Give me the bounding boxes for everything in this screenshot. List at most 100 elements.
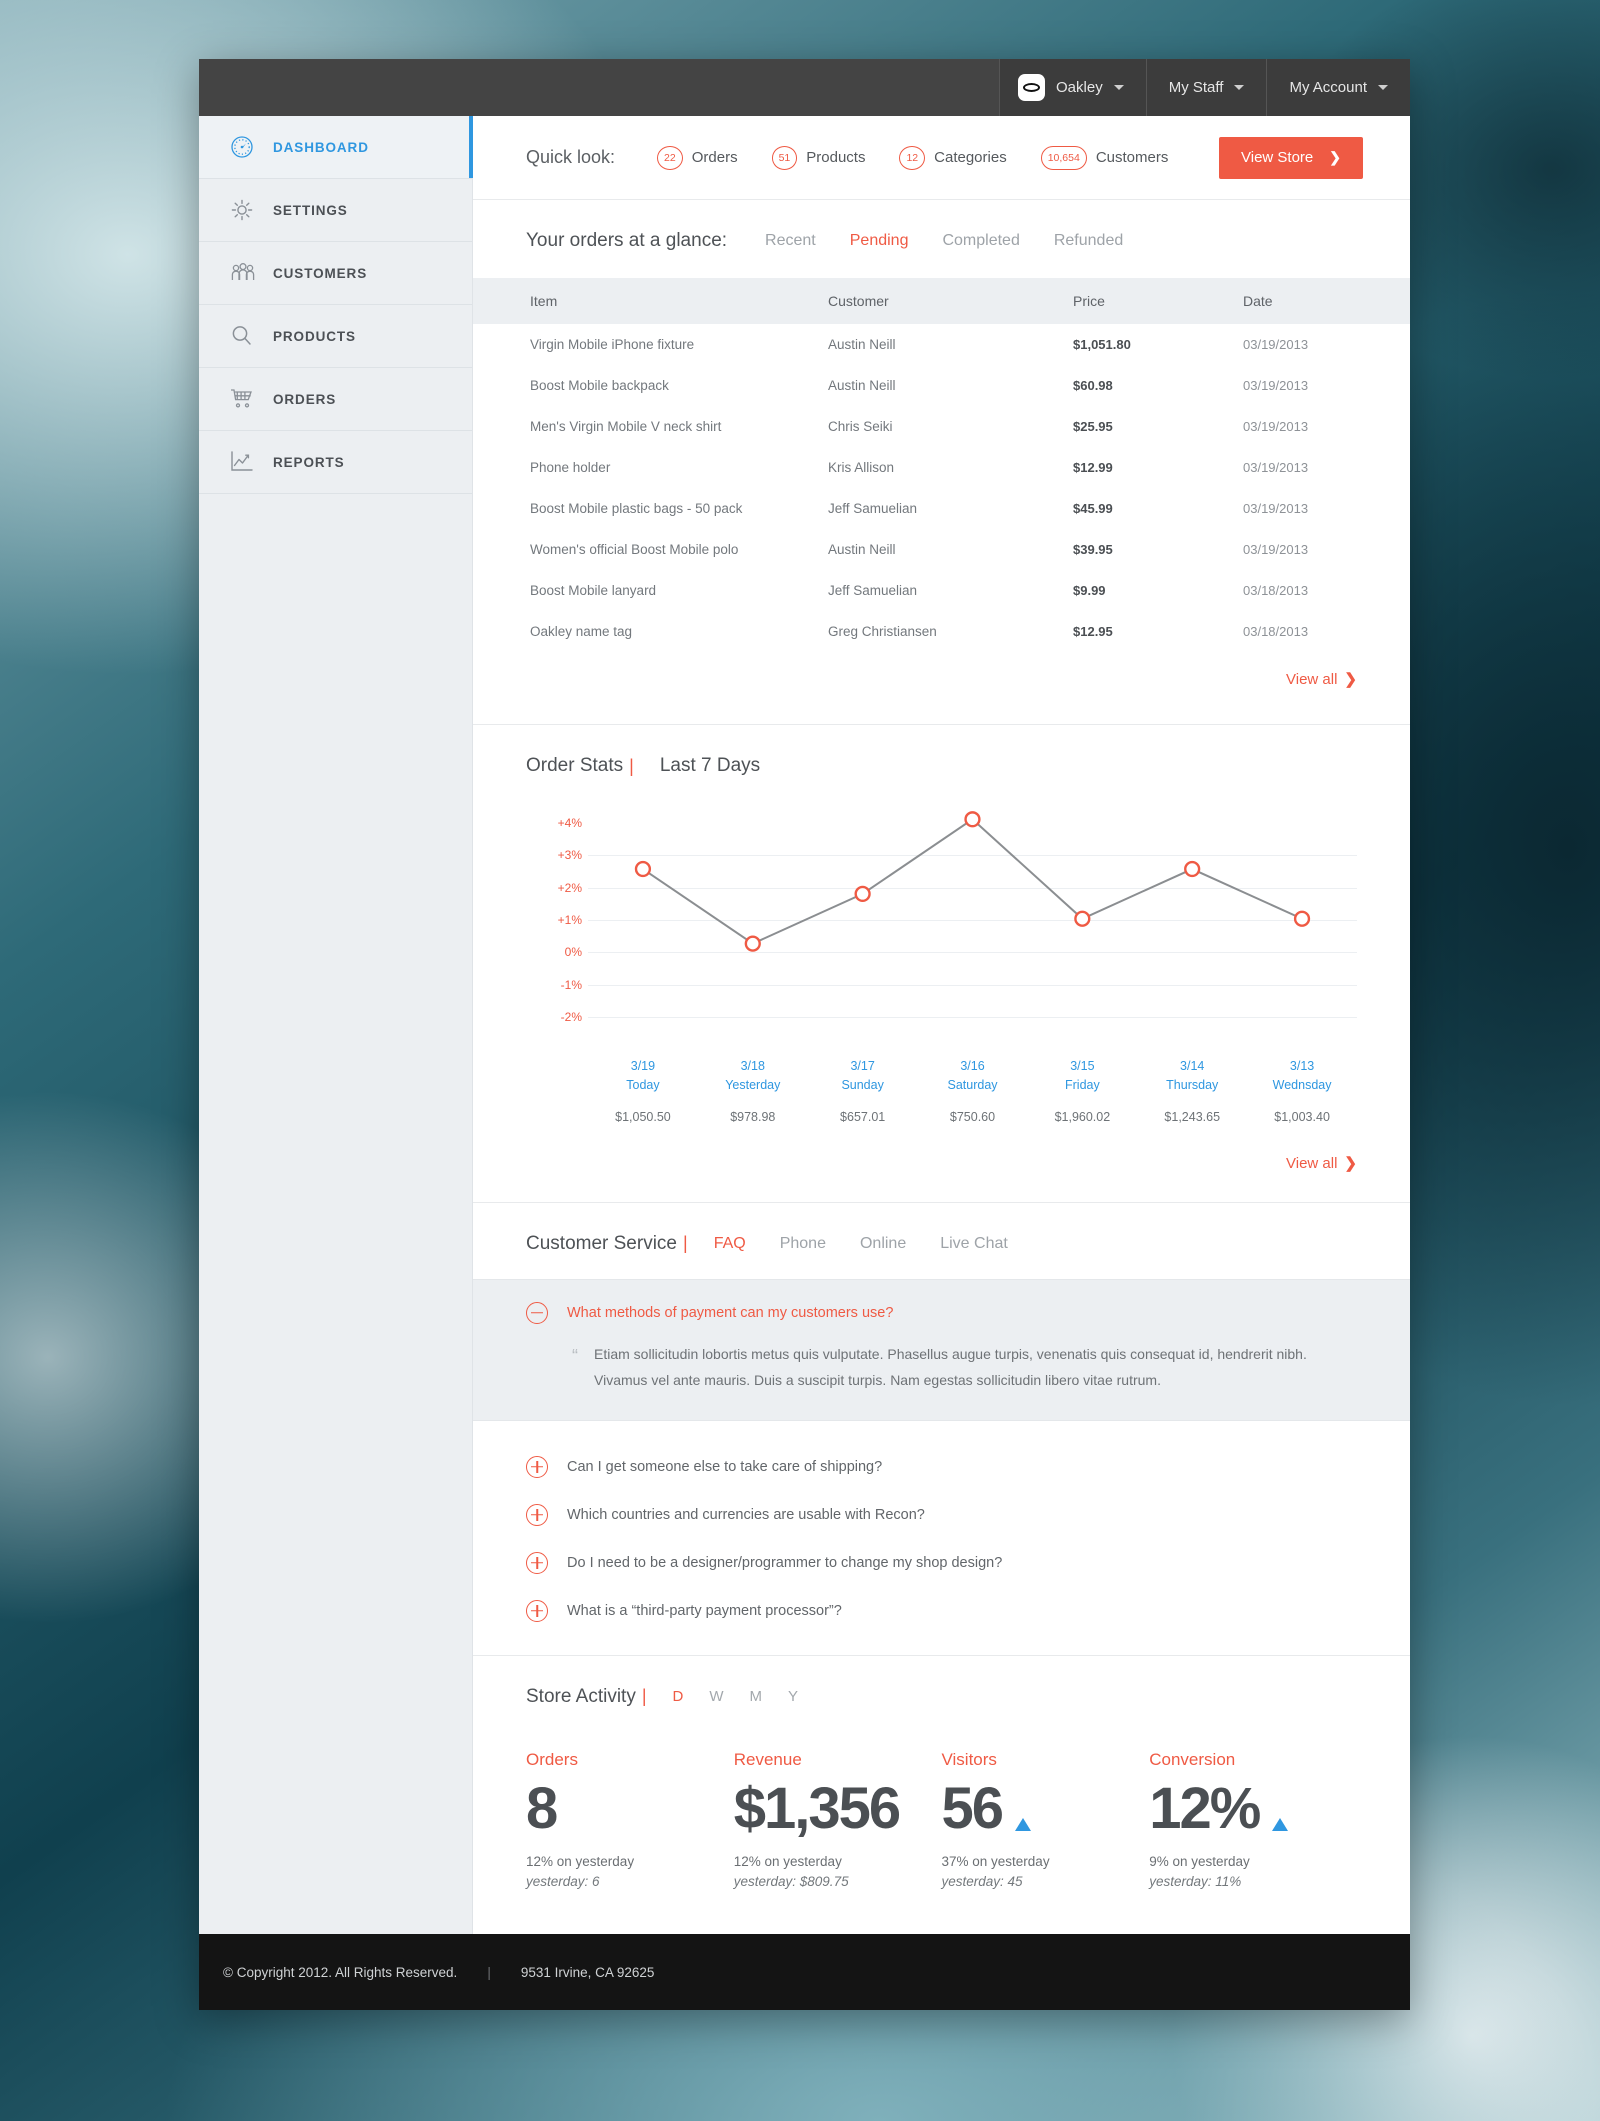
chart-data-point[interactable]: [966, 812, 980, 826]
brand-menu-oakley[interactable]: Oakley: [999, 59, 1146, 116]
sidebar-item-label: REPORTS: [273, 454, 345, 470]
cell-customer: Chris Seiki: [828, 419, 893, 434]
period-week[interactable]: W: [709, 1688, 723, 1705]
tab-recent[interactable]: Recent: [765, 232, 816, 250]
menu-my-account[interactable]: My Account: [1266, 59, 1410, 116]
period-month[interactable]: M: [750, 1688, 763, 1705]
sidebar-item-dashboard[interactable]: DASHBOARD: [199, 116, 473, 179]
quick-look-customers[interactable]: 10,654 Customers: [1040, 145, 1168, 170]
table-row[interactable]: Boost Mobile backpack Austin Neill $60.9…: [473, 365, 1410, 406]
x-tick: 3/15 Friday: [1027, 1057, 1137, 1096]
tab-pending[interactable]: Pending: [850, 232, 909, 250]
store-activity-section: Store Activity | D W M Y Orders 8 12% on…: [473, 1656, 1410, 1890]
stat-orders: Orders 8 12% on yesterday yesterday: 6: [526, 1750, 734, 1890]
stat-revenue: Revenue $1,356 12% on yesterday yesterda…: [734, 1750, 942, 1890]
menu-my-staff[interactable]: My Staff: [1145, 59, 1267, 116]
column-header-price: Price: [1073, 278, 1243, 324]
chart-data-point[interactable]: [856, 887, 870, 901]
faq-open-item: What methods of payment can my customers…: [473, 1278, 1410, 1421]
x-tick-date: 3/17: [850, 1059, 875, 1073]
tab-live-chat[interactable]: Live Chat: [940, 1235, 1008, 1253]
stat-label: Visitors: [941, 1749, 997, 1769]
cell-item: Boost Mobile plastic bags - 50 pack: [530, 501, 743, 516]
x-tick-date: 3/15: [1070, 1059, 1095, 1073]
tab-refunded[interactable]: Refunded: [1054, 232, 1123, 250]
stat-value: $1,356: [733, 1775, 901, 1841]
stat-change: 37% on yesterday: [941, 1854, 1050, 1870]
faq-item[interactable]: Which countries and currencies are usabl…: [526, 1491, 1357, 1539]
quick-look-orders-count: 22: [657, 145, 683, 170]
tab-phone[interactable]: Phone: [780, 1235, 826, 1253]
faq-item[interactable]: Do I need to be a designer/programmer to…: [526, 1539, 1357, 1587]
sidebar-item-products[interactable]: PRODUCTS: [199, 305, 472, 368]
quick-look-products[interactable]: 51 Products: [771, 145, 866, 170]
plus-circle-icon: [526, 1599, 548, 1622]
app-window: Oakley My Staff My Account DASHBOARD SET…: [199, 59, 1410, 2010]
quick-look-categories-count: 12: [899, 145, 926, 170]
period-day[interactable]: D: [673, 1688, 684, 1705]
menu-my-account-label: My Account: [1289, 79, 1367, 96]
chart-x-axis-labels: 3/19 Today 3/18 Yesterday 3/17 Sunday 3/…: [526, 1057, 1357, 1096]
plus-circle-icon: [526, 1551, 548, 1574]
sidebar-item-reports[interactable]: REPORTS: [199, 431, 472, 494]
quick-look-orders[interactable]: 22 Orders: [657, 145, 738, 170]
footer: © Copyright 2012. All Rights Reserved. |…: [199, 1934, 1410, 2010]
quick-look-categories[interactable]: 12 Categories: [899, 145, 1007, 170]
table-row[interactable]: Virgin Mobile iPhone fixture Austin Neil…: [473, 324, 1410, 365]
chart-data-point[interactable]: [636, 862, 650, 876]
order-stats-title: Order Stats: [526, 755, 624, 776]
sidebar-item-settings[interactable]: SETTINGS: [199, 179, 472, 242]
footer-separator: |: [487, 1964, 491, 1980]
table-row[interactable]: Oakley name tag Greg Christiansen $12.95…: [473, 611, 1410, 652]
period-year[interactable]: Y: [788, 1688, 798, 1705]
tab-online[interactable]: Online: [860, 1235, 906, 1253]
x-tick-day: Saturday: [947, 1078, 998, 1093]
orders-section-title: Your orders at a glance:: [526, 230, 728, 251]
dashboard-gauge-icon: [229, 134, 273, 160]
chart-gridline: [588, 1017, 1357, 1018]
x-tick: 3/18 Yesterday: [698, 1057, 808, 1096]
table-row[interactable]: Phone holder Kris Allison $12.99 03/19/2…: [473, 447, 1410, 488]
cell-date: 03/19/2013: [1243, 337, 1309, 352]
faq-question-expanded[interactable]: What methods of payment can my customers…: [526, 1301, 1357, 1324]
chevron-right-icon: ❯: [1344, 671, 1357, 688]
chart-data-point[interactable]: [1295, 912, 1309, 926]
table-row[interactable]: Men's Virgin Mobile V neck shirt Chris S…: [473, 406, 1410, 447]
tab-completed[interactable]: Completed: [942, 232, 1019, 250]
table-row[interactable]: Boost Mobile lanyard Jeff Samuelian $9.9…: [473, 570, 1410, 611]
faq-answer: “ Etiam sollicitudin lobortis metus quis…: [572, 1342, 1357, 1394]
point-value: $1,243.65: [1164, 1109, 1221, 1124]
cell-customer: Austin Neill: [828, 542, 896, 557]
faq-collapsed-list: Can I get someone else to take care of s…: [473, 1421, 1410, 1655]
cell-item: Virgin Mobile iPhone fixture: [530, 337, 695, 352]
faq-item[interactable]: What is a “third-party payment processor…: [526, 1587, 1357, 1635]
orders-view-all-link[interactable]: View all ❯: [473, 652, 1410, 724]
quick-look-products-label: Products: [806, 149, 866, 166]
chart-data-point[interactable]: [1075, 912, 1089, 926]
cell-price: $39.95: [1073, 542, 1113, 557]
order-stats-view-all-link[interactable]: View all ❯: [473, 1124, 1410, 1202]
order-stats-chart: +4% +3% +2% +1% 0% -1% -2% 3/19 Today 3/18 Yes…: [473, 807, 1410, 1124]
cell-customer: Austin Neill: [828, 378, 896, 393]
brand-name: Oakley: [1056, 79, 1103, 96]
sidebar-item-orders[interactable]: ORDERS: [199, 368, 472, 431]
customer-service-title: Customer Service: [526, 1232, 677, 1254]
chart-point-values: $1,050.50 $978.98 $657.01 $750.60 $1,960…: [526, 1110, 1357, 1124]
table-row[interactable]: Boost Mobile plastic bags - 50 pack Jeff…: [473, 488, 1410, 529]
tab-faq[interactable]: FAQ: [714, 1235, 746, 1253]
chart-data-point[interactable]: [746, 937, 760, 951]
order-stats-range[interactable]: Last 7 Days: [660, 755, 760, 777]
x-tick-day: Yesterday: [725, 1078, 781, 1093]
sidebar-item-customers[interactable]: CUSTOMERS: [199, 242, 472, 305]
table-row[interactable]: Women's official Boost Mobile polo Austi…: [473, 529, 1410, 570]
magnifier-icon: [229, 323, 273, 349]
x-tick-day: Thursday: [1166, 1078, 1219, 1093]
stat-yesterday: yesterday: 45: [941, 1874, 1023, 1890]
faq-item[interactable]: Can I get someone else to take care of s…: [526, 1443, 1357, 1491]
top-bar: Oakley My Staff My Account: [199, 59, 1410, 116]
point-value: $1,960.02: [1054, 1109, 1111, 1124]
x-tick-day: Friday: [1065, 1078, 1100, 1093]
chart-data-point[interactable]: [1185, 862, 1199, 876]
view-store-button[interactable]: View Store ❯: [1219, 136, 1363, 179]
